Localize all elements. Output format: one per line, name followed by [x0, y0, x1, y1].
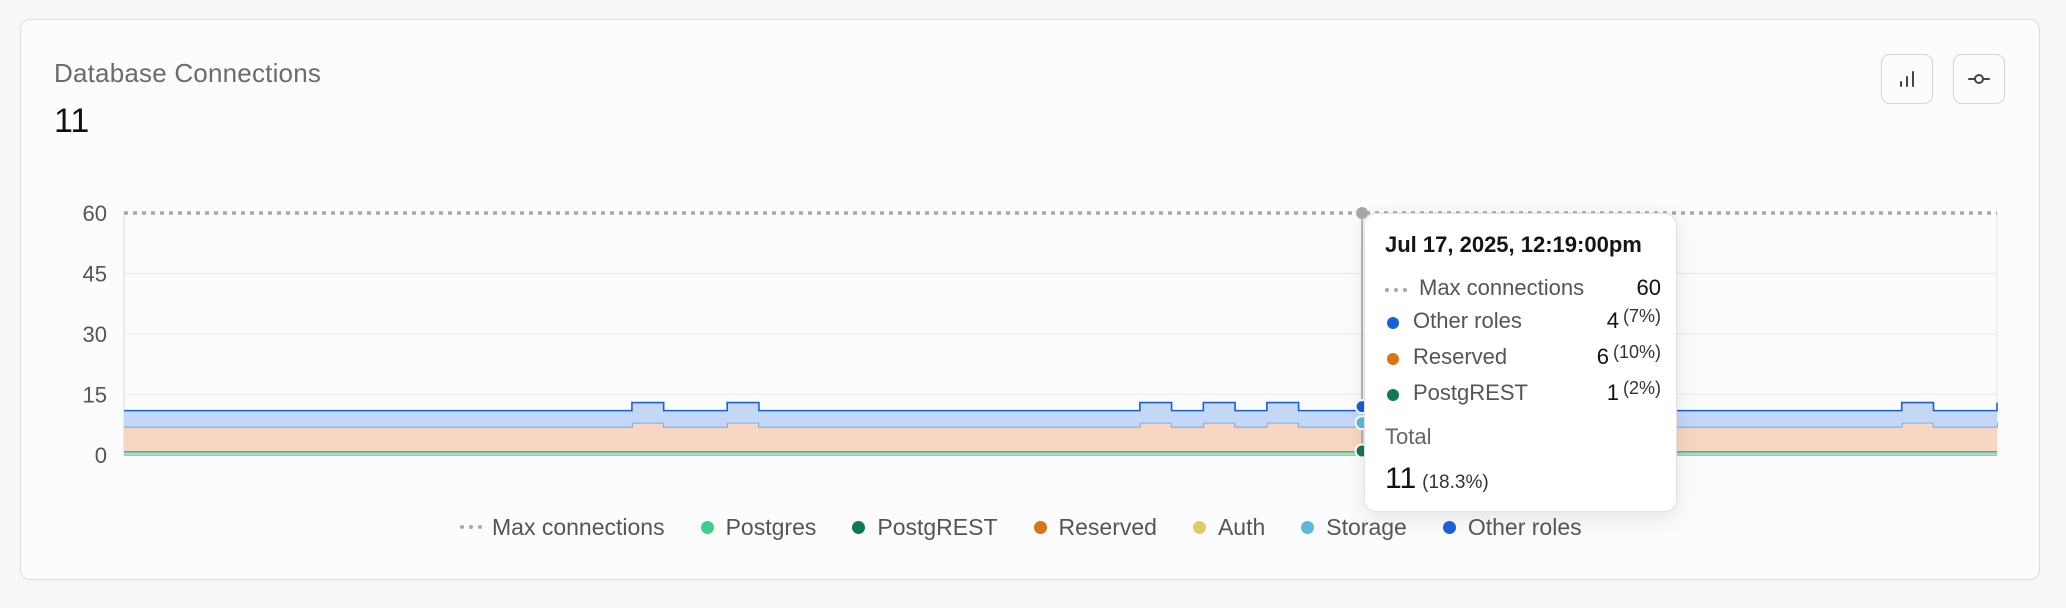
tooltip-swatch [1387, 353, 1399, 365]
legend-label: PostgREST [877, 513, 998, 540]
legend-item-reserved[interactable]: Reserved [1033, 513, 1157, 541]
y-tick-label: 60 [83, 201, 107, 226]
legend-swatch [1301, 520, 1315, 534]
legend-label: Max connections [492, 513, 665, 540]
y-tick-label: 15 [83, 383, 107, 408]
legend-swatch [852, 520, 866, 534]
tooltip-date: Jul 17, 2025, 12:19:00pm [1385, 232, 1642, 257]
tooltip-label: Max connections [1419, 275, 1585, 300]
y-axis: 60 45 30 15 0 [83, 201, 107, 468]
tooltip-value: 4 (7%) [1606, 306, 1661, 333]
tooltip-row-postgrest: PostgREST 1 (2%) [1385, 378, 1661, 410]
tooltip-swatch [1387, 389, 1399, 401]
tooltip-value: 60 [1636, 275, 1661, 300]
legend-label: Reserved [1058, 513, 1157, 540]
tooltip-total-label: Total [1385, 424, 1432, 449]
other-line [124, 401, 1998, 412]
other-area [124, 402, 1997, 427]
legend-item-max[interactable]: Max connections [460, 514, 665, 541]
legend-swatch [700, 520, 714, 534]
legend-label: Postgres [725, 513, 817, 540]
y-tick-label: 45 [83, 262, 107, 287]
tooltip-value: 1 (2%) [1606, 378, 1661, 405]
tooltip-percent: (10%) [1612, 342, 1661, 362]
tooltip-percent: (7%) [1622, 306, 1661, 326]
tooltip-label: Reserved [1413, 344, 1508, 369]
legend-label: Other roles [1467, 513, 1582, 540]
tooltip-label: PostgREST [1413, 380, 1528, 405]
legend-swatch [1442, 520, 1456, 534]
legend-item-storage[interactable]: Storage [1301, 514, 1407, 541]
tooltip-row-other: Other roles 4 (7%) [1385, 306, 1661, 338]
tooltip-percent: (2%) [1622, 378, 1661, 398]
tooltip-value: 6 (10%) [1596, 342, 1661, 369]
tooltip-total-number: 11 [1385, 462, 1417, 495]
legend-item-auth[interactable]: Auth [1192, 513, 1266, 541]
tooltip-row-reserved: Reserved 6 (10%) [1385, 342, 1661, 374]
tooltip-row-max: Max connections 60 [1385, 275, 1661, 305]
legend-swatch [460, 525, 482, 529]
legend-label: Auth [1217, 513, 1266, 540]
tooltip-swatch [1385, 288, 1407, 292]
tooltip-total-percent: (18.3%) [1422, 472, 1489, 493]
legend-swatch [1033, 520, 1047, 534]
tooltip-swatch [1387, 317, 1399, 329]
chart-legend: Max connections Postgres PostgREST Reserved… [460, 512, 1618, 542]
legend-item-postgres[interactable]: Postgres [700, 513, 817, 541]
legend-item-postgrest[interactable]: PostgREST [852, 513, 998, 541]
legend-swatch [1192, 520, 1206, 534]
legend-item-other[interactable]: Other roles [1442, 513, 1582, 541]
legend-label: Storage [1326, 513, 1407, 540]
tooltip-total-value: 11 (18.3%) [1385, 462, 1489, 496]
chart-tooltip: Jul 17, 2025, 12:19:00pm Max connections… [1364, 213, 1677, 512]
y-tick-label: 0 [95, 443, 107, 468]
tooltip-label: Other roles [1413, 308, 1522, 333]
y-tick-label: 30 [83, 322, 107, 347]
